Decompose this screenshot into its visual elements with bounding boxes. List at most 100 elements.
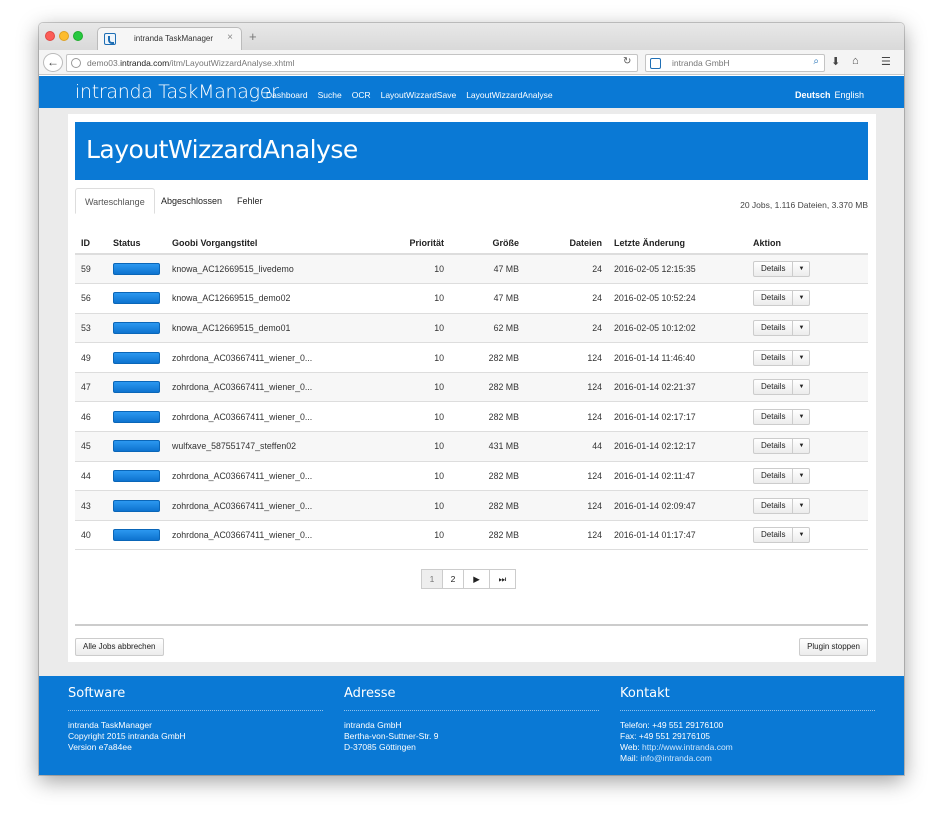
cell-changed: 2016-01-14 11:46:40: [608, 342, 747, 373]
home-icon[interactable]: ⌂: [852, 55, 859, 67]
hamburger-menu-icon[interactable]: ☰: [881, 55, 891, 68]
details-button-group: Details ▼: [753, 438, 811, 455]
details-button[interactable]: Details: [753, 467, 794, 484]
cell-size: 282 MB: [450, 520, 525, 551]
cell-files: 24: [525, 313, 608, 344]
details-button[interactable]: Details: [753, 261, 794, 278]
cell-priority: 10: [366, 461, 450, 492]
search-engine-icon[interactable]: [650, 58, 661, 69]
table-row: 59 knowa_AC12669515_livedemo 10 47 MB 24 2016…: [75, 254, 868, 285]
details-button[interactable]: Details: [753, 349, 794, 366]
status-progress-bar: [113, 381, 160, 394]
details-button-group: Details ▼: [753, 408, 811, 425]
cell-priority: 10: [366, 372, 450, 403]
caret-down-icon[interactable]: ▼: [793, 408, 811, 425]
footer-software-line: Copyright 2015 intranda GmbH: [68, 731, 186, 741]
next-page-icon[interactable]: ▶: [463, 569, 490, 589]
lang-deutsch[interactable]: Deutsch: [795, 90, 831, 100]
footer-contact-heading: Kontakt: [620, 686, 875, 711]
caret-down-icon[interactable]: ▼: [793, 438, 811, 455]
last-page-icon[interactable]: ⏭: [489, 569, 516, 589]
cell-files: 124: [525, 342, 608, 373]
details-button[interactable]: Details: [753, 438, 794, 455]
download-icon[interactable]: ⬇: [831, 55, 840, 68]
language-switcher: Deutsch English: [795, 90, 864, 100]
footer-address-heading: Adresse: [344, 686, 599, 711]
caret-down-icon[interactable]: ▼: [793, 290, 811, 307]
cell-id: 46: [75, 401, 107, 433]
cell-action: Details ▼: [747, 283, 868, 314]
cell-id: 53: [75, 313, 107, 344]
details-button-group: Details ▼: [753, 497, 811, 514]
email-link[interactable]: info@intranda.com: [640, 753, 711, 763]
table-row: 49 zohrdona_AC03667411_wiener_0... 10 282 M…: [75, 342, 868, 373]
caret-down-icon[interactable]: ▼: [793, 319, 811, 336]
footer-contact: Kontakt Telefon: +49 551 29176100 Fax: +…: [620, 686, 875, 764]
abort-all-jobs-button[interactable]: Alle Jobs abbrechen: [75, 638, 164, 656]
search-icon[interactable]: ⌕: [813, 56, 819, 67]
browser-tab[interactable]: intranda TaskManager ×: [97, 27, 242, 50]
menu-item-ocr[interactable]: OCR: [352, 90, 371, 100]
search-bar[interactable]: intranda GmbH ⌕: [645, 54, 825, 72]
tab-fehler[interactable]: Fehler: [228, 188, 272, 214]
lang-english[interactable]: English: [834, 90, 864, 100]
footer-software: Software intranda TaskManager Copyright …: [68, 686, 323, 753]
cell-id: 40: [75, 520, 107, 551]
details-button[interactable]: Details: [753, 497, 794, 514]
new-tab-button[interactable]: +: [249, 29, 257, 44]
caret-down-icon[interactable]: ▼: [793, 527, 811, 544]
caret-down-icon[interactable]: ▼: [793, 349, 811, 366]
back-button[interactable]: ←: [43, 53, 63, 72]
divider: [75, 624, 868, 626]
caret-down-icon[interactable]: ▼: [793, 497, 811, 514]
tab-warteschlange[interactable]: Warteschlange: [75, 188, 155, 214]
app-navbar: intranda TaskManager Dashboard Suche OCR…: [39, 76, 904, 108]
page-2-button[interactable]: 2: [442, 569, 464, 589]
cell-priority: 10: [366, 313, 450, 344]
url-text: demo03.intranda.com/itm/LayoutWizzardAna…: [87, 58, 295, 68]
caret-down-icon[interactable]: ▼: [793, 261, 811, 278]
close-tab-icon[interactable]: ×: [227, 32, 233, 43]
website-link[interactable]: http://www.intranda.com: [642, 742, 733, 752]
brand-logo[interactable]: intranda TaskManager: [75, 81, 279, 103]
cell-title: zohrdona_AC03667411_wiener_0...: [166, 520, 366, 551]
footer-address-line: D-37085 Göttingen: [344, 742, 416, 752]
menu-item-suche[interactable]: Suche: [318, 90, 342, 100]
cell-id: 45: [75, 431, 107, 462]
caret-down-icon[interactable]: ▼: [793, 467, 811, 484]
site-favicon-icon: [104, 33, 116, 45]
menu-item-layoutwizzardanalyse[interactable]: LayoutWizzardAnalyse: [466, 90, 552, 100]
details-button[interactable]: Details: [753, 319, 794, 336]
stop-plugin-button[interactable]: Plugin stoppen: [799, 638, 868, 656]
cell-files: 44: [525, 431, 608, 462]
reload-icon[interactable]: ↻: [623, 56, 631, 67]
address-bar[interactable]: demo03.intranda.com/itm/LayoutWizzardAna…: [66, 54, 638, 72]
details-button[interactable]: Details: [753, 290, 794, 307]
cell-files: 124: [525, 401, 608, 433]
caret-down-icon[interactable]: ▼: [793, 379, 811, 396]
cell-size: 62 MB: [450, 313, 525, 344]
close-window-button[interactable]: [45, 31, 55, 41]
tab-title: intranda TaskManager: [134, 34, 214, 43]
footer-mail: Mail: info@intranda.com: [620, 753, 712, 763]
col-title: Goobi Vorgangstitel: [166, 232, 366, 255]
cell-size: 431 MB: [450, 431, 525, 462]
details-button-group: Details ▼: [753, 467, 811, 484]
cell-changed: 2016-02-05 10:52:24: [608, 283, 747, 314]
zoom-window-button[interactable]: [73, 31, 83, 41]
status-progress-bar: [113, 499, 160, 512]
cell-changed: 2016-02-05 12:15:35: [608, 254, 747, 285]
details-button[interactable]: Details: [753, 527, 794, 544]
search-input[interactable]: intranda GmbH: [672, 58, 730, 68]
status-progress-bar: [113, 321, 160, 334]
menu-item-layoutwizzardsave[interactable]: LayoutWizzardSave: [381, 90, 457, 100]
details-button[interactable]: Details: [753, 379, 794, 396]
page-1-button[interactable]: 1: [421, 569, 443, 589]
tab-abgeschlossen[interactable]: Abgeschlossen: [152, 188, 231, 214]
cell-id: 47: [75, 372, 107, 403]
col-id: ID: [75, 232, 107, 255]
menu-item-dashboard[interactable]: Dashboard: [266, 90, 308, 100]
details-button[interactable]: Details: [753, 408, 794, 425]
cell-priority: 10: [366, 254, 450, 285]
minimize-window-button[interactable]: [59, 31, 69, 41]
